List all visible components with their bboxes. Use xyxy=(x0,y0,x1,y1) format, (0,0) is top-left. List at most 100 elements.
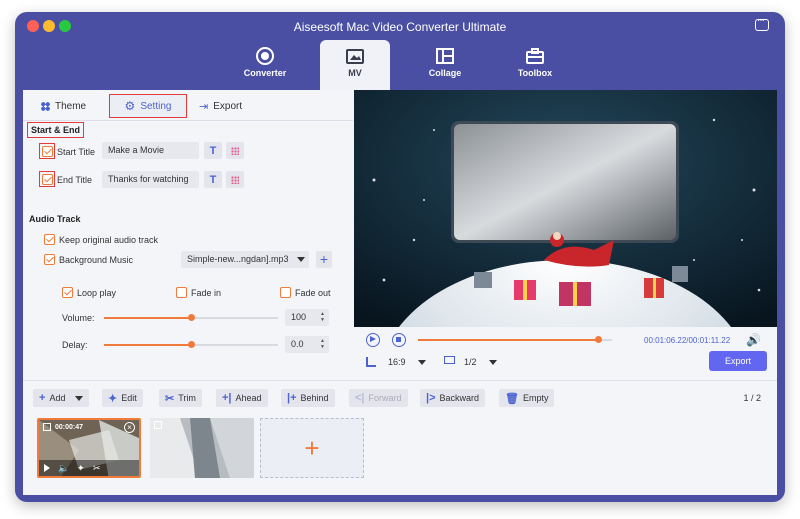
tab-mv-label: MV xyxy=(348,68,362,78)
converter-icon xyxy=(256,47,274,65)
chevron-down-icon[interactable] xyxy=(418,360,426,365)
behind-label: Behind xyxy=(300,393,329,403)
toolbox-icon xyxy=(526,48,544,64)
start-title-grid-button[interactable] xyxy=(226,142,244,159)
trash-icon: 🗑 xyxy=(505,392,519,405)
export-button[interactable]: Export xyxy=(709,351,767,371)
export-icon: ⇥ xyxy=(199,100,209,113)
video-preview xyxy=(354,90,777,327)
ahead-icon: +| xyxy=(222,392,232,404)
play-button[interactable] xyxy=(366,333,380,347)
delay-value: 0.0 xyxy=(291,339,304,349)
backward-label: Backward xyxy=(439,393,480,403)
backward-button[interactable]: |> Backward xyxy=(420,389,486,407)
start-title-checkbox[interactable] xyxy=(42,146,53,157)
play-icon[interactable] xyxy=(44,464,50,472)
ahead-label: Ahead xyxy=(235,393,262,403)
start-title-label: Start Title xyxy=(57,147,96,157)
film-icon xyxy=(43,423,51,431)
scale-value[interactable]: 1/2 xyxy=(464,357,477,367)
aspect-ratio-icon xyxy=(366,357,376,367)
tab-toolbox[interactable]: Toolbox xyxy=(500,40,570,90)
add-clip-button[interactable]: + xyxy=(260,418,364,478)
tab-theme-label: Theme xyxy=(55,100,87,112)
delay-slider-knob[interactable] xyxy=(187,341,195,348)
scissors-icon[interactable]: ✂ xyxy=(93,463,101,474)
end-title-label: End Title xyxy=(57,175,93,185)
chevron-down-icon xyxy=(75,395,84,401)
window-title: Aiseesoft Mac Video Converter Ultimate xyxy=(293,20,507,34)
volume-slider-knob[interactable] xyxy=(187,314,195,321)
end-title-grid-button[interactable] xyxy=(226,171,244,188)
clip-timestamp: 00:00:47 xyxy=(55,424,84,431)
start-title-field[interactable]: Make a Movie xyxy=(102,142,199,159)
end-title-checkbox[interactable] xyxy=(42,174,53,185)
chat-icon[interactable] xyxy=(755,15,769,31)
aspect-ratio-value[interactable]: 16:9 xyxy=(388,357,406,367)
loop-play-label: Loop play xyxy=(77,288,117,298)
chevron-down-icon[interactable] xyxy=(489,360,497,365)
close-icon[interactable]: × xyxy=(124,422,135,433)
volume-label: Volume: xyxy=(62,313,95,323)
stepper-icon[interactable]: ▲ ▼ xyxy=(320,311,326,323)
ahead-button[interactable]: +| Ahead xyxy=(216,389,268,407)
tab-setting[interactable]: ⚙ Setting xyxy=(109,94,187,118)
background-music-select[interactable]: Simple-new...ngdan].mp3 xyxy=(181,251,309,268)
grid-icon xyxy=(231,146,239,155)
behind-button[interactable]: |+ Behind xyxy=(281,389,335,407)
empty-button[interactable]: 🗑 Empty xyxy=(499,389,555,407)
loop-play-checkbox[interactable] xyxy=(62,287,73,298)
grid-icon xyxy=(231,175,239,184)
clip-thumbnail[interactable] xyxy=(150,418,254,478)
progress-knob[interactable] xyxy=(594,336,602,343)
effect-icon[interactable]: ✦ xyxy=(77,463,85,474)
add-button[interactable]: + Add xyxy=(33,389,90,407)
background-music-file: Simple-new...ngdan].mp3 xyxy=(187,254,289,264)
delay-input[interactable]: 0.0 ▲ ▼ xyxy=(285,336,329,353)
fade-in-label: Fade in xyxy=(191,288,222,298)
tab-export-label: Export xyxy=(213,100,243,112)
end-title-text-button[interactable]: T xyxy=(204,171,222,188)
stop-button[interactable] xyxy=(392,333,406,347)
tab-converter[interactable]: Converter xyxy=(230,40,300,90)
audio-icon[interactable]: 🔈 xyxy=(58,463,69,474)
start-title-text-button[interactable]: T xyxy=(204,142,222,159)
forward-icon: <| xyxy=(355,392,365,404)
tab-collage-label: Collage xyxy=(428,68,462,78)
tab-export[interactable]: ⇥ Export xyxy=(199,94,242,118)
trim-button[interactable]: ✂ Trim xyxy=(159,389,202,407)
gear-icon: ⚙ xyxy=(124,99,136,113)
forward-button[interactable]: <| Forward xyxy=(349,389,408,407)
stepper-icon[interactable]: ▲ ▼ xyxy=(320,338,326,350)
film-icon xyxy=(154,421,162,429)
tab-collage[interactable]: Collage xyxy=(410,40,480,90)
volume-input[interactable]: 100 ▲ ▼ xyxy=(285,309,329,326)
clip-thumbnail[interactable]: 00:00:47 × 🔈 ✦ ✂ xyxy=(37,418,141,478)
tab-mv[interactable]: MV xyxy=(320,40,390,90)
tab-theme[interactable]: Theme xyxy=(41,94,86,118)
playback-time: 00:01:06.22/00:01:11.22 xyxy=(644,336,731,345)
monitor-icon xyxy=(444,356,455,364)
volume-icon[interactable]: 🔊 xyxy=(746,333,761,347)
edit-button[interactable]: ✦ Edit xyxy=(102,389,143,407)
add-music-button[interactable]: + xyxy=(316,251,332,268)
behind-icon: |+ xyxy=(287,392,297,404)
keep-original-audio-checkbox[interactable] xyxy=(44,234,55,245)
trim-label: Trim xyxy=(178,393,196,403)
forward-label: Forward xyxy=(368,393,402,403)
background-music-checkbox[interactable] xyxy=(44,254,55,265)
tab-setting-label: Setting xyxy=(140,100,172,112)
tab-divider xyxy=(23,120,353,121)
fade-out-checkbox[interactable] xyxy=(280,287,291,298)
tab-converter-label: Converter xyxy=(243,68,287,78)
tab-toolbox-label: Toolbox xyxy=(517,68,553,78)
audio-track-header: Audio Track xyxy=(29,214,81,224)
stop-icon xyxy=(396,337,401,342)
clip-strip: 00:00:47 × 🔈 ✦ ✂ + xyxy=(23,414,777,495)
background-music-label: Background Music xyxy=(59,255,134,265)
fade-in-checkbox[interactable] xyxy=(176,287,187,298)
plus-icon: + xyxy=(304,433,320,463)
play-icon xyxy=(370,336,376,342)
end-title-field[interactable]: Thanks for watching xyxy=(102,171,199,188)
player-controls: 00:01:06.22/00:01:11.22 🔊 16:9 1/2 Expor… xyxy=(354,327,777,380)
